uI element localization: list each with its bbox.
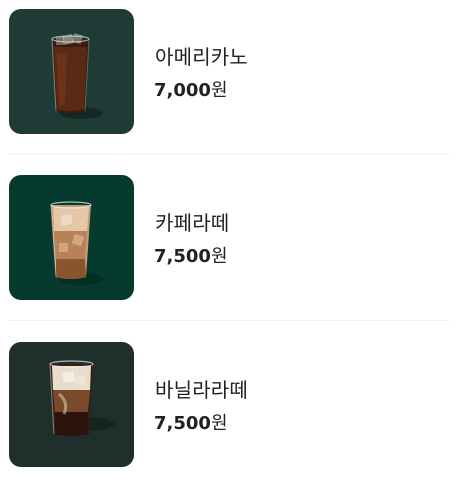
item-name: 카페라떼: [155, 211, 230, 235]
menu-item-caffe-latte[interactable]: 카페라떼 7,500원: [0, 175, 456, 325]
menu-item-vanilla-latte[interactable]: 바닐라라떼 7,500원: [0, 342, 456, 477]
menu-item-americano[interactable]: 아메리카노 7,000원: [0, 9, 456, 159]
iced-latte-icon: [50, 201, 103, 285]
price-value: 7,000: [154, 80, 211, 101]
caffe-latte-image: [9, 175, 134, 300]
price-currency: 원: [210, 80, 228, 101]
price-value: 7,500: [154, 413, 211, 434]
price-currency: 원: [210, 413, 228, 434]
item-price: 7,500원: [154, 409, 228, 435]
price-value: 7,500: [154, 246, 211, 267]
price-currency: 원: [210, 246, 228, 267]
divider: [9, 154, 450, 155]
item-price: 7,000원: [154, 76, 228, 102]
item-name: 아메리카노: [155, 45, 248, 69]
item-price: 7,500원: [154, 242, 228, 268]
iced-americano-icon: [51, 33, 103, 119]
menu-list: 아메리카노 7,000원 카페라떼 7,500원 바닐라라떼 7,500원: [0, 0, 456, 477]
americano-image: [9, 9, 134, 134]
vanilla-latte-image: [9, 342, 134, 467]
divider: [9, 320, 450, 321]
item-name: 바닐라라떼: [155, 378, 248, 402]
iced-vanilla-latte-icon: [49, 360, 115, 436]
